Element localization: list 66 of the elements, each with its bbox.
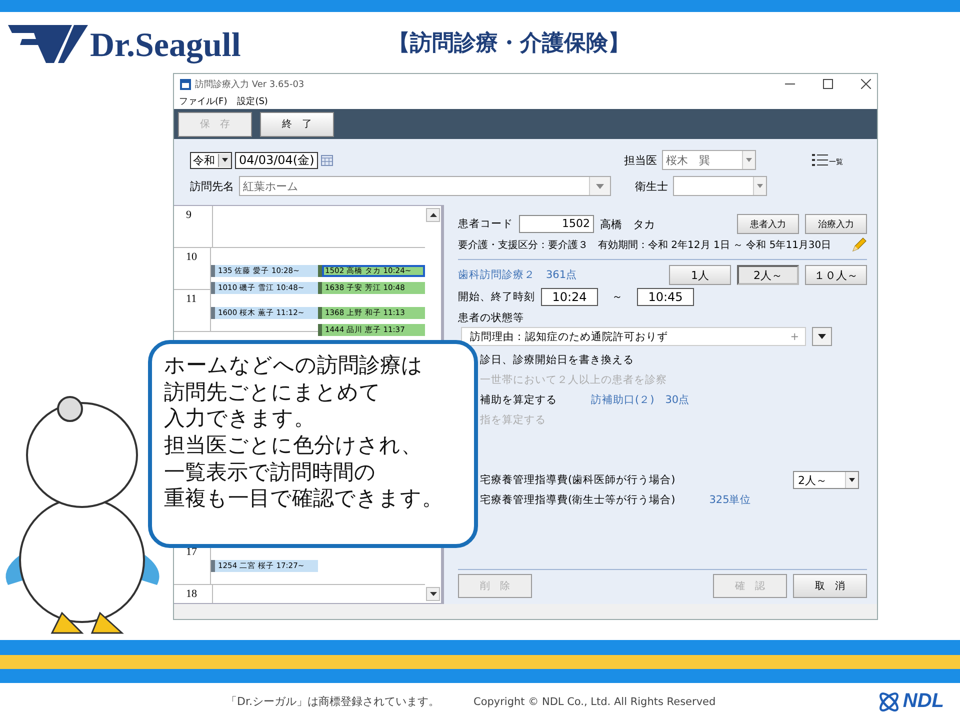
patient-state-field[interactable]: 訪問理由：認知症のため通院許可おりず + xyxy=(461,327,806,346)
dropdown-arrow-icon xyxy=(757,184,763,188)
patient-code-label: 患者コード xyxy=(458,217,513,231)
dropdown-arrow-icon xyxy=(818,334,826,339)
time-label: 開始、終了時刻 xyxy=(458,290,535,304)
calendar-icon[interactable] xyxy=(321,154,334,166)
patient-code-field[interactable]: 1502 xyxy=(519,215,594,233)
era-select[interactable]: 令和 xyxy=(190,152,232,168)
fee-note: 325単位 xyxy=(709,493,752,507)
up-arrow-icon xyxy=(430,213,436,217)
people-button[interactable]: 2人～ xyxy=(737,265,799,285)
menu-item[interactable]: ファイル(F) xyxy=(179,95,228,108)
end-time-field[interactable]: 10:45 xyxy=(637,288,694,306)
callout-line: 訪問先ごとにまとめて xyxy=(164,378,381,406)
copyright-text: Copyright © NDL Co., Ltd. All Rights Reserved xyxy=(473,696,716,708)
doctor-select[interactable]: 桜木 巽 xyxy=(662,150,756,170)
dropdown-arrow-icon xyxy=(746,158,752,162)
option-text: 宅療養管理指導費(歯科医師が行う場合) xyxy=(480,473,676,487)
people-button[interactable]: 1人 xyxy=(669,265,731,285)
brand-name: NDL xyxy=(902,690,944,713)
action-button[interactable]: 取 消 xyxy=(793,574,867,598)
option-text: 指を算定する xyxy=(480,413,546,427)
visit-fee-text: 歯科訪問診療２ 361点 xyxy=(458,268,578,282)
window-title: 訪問診療入力 Ver 3.65-03 xyxy=(195,78,304,90)
atom-logo-icon xyxy=(876,690,901,712)
toolbar-button[interactable]: 終 了 xyxy=(260,112,334,136)
pencil-icon[interactable] xyxy=(851,237,867,253)
option-text: 宅療養管理指導費(衛生士等が行う場合) xyxy=(480,493,676,507)
dropdown-arrow-icon xyxy=(222,158,228,162)
date-field[interactable]: 04/03/04(金) xyxy=(235,152,318,168)
count-select[interactable]: 2人～ xyxy=(793,471,859,489)
dropdown-arrow-icon xyxy=(596,184,604,188)
patient-name: 高橋 タカ xyxy=(600,216,655,232)
dropdown-button[interactable] xyxy=(812,327,832,346)
range-separator: ～ xyxy=(612,290,623,304)
callout-line: 入力できます。 xyxy=(164,405,315,432)
trademark-note: 「Dr.シーガル」は商標登録されています。 xyxy=(226,694,440,709)
doctor-label: 担当医 xyxy=(624,152,657,168)
dropdown-arrow-icon xyxy=(849,478,855,482)
app-icon xyxy=(180,78,191,90)
close-icon[interactable] xyxy=(861,79,871,89)
option-text: 補助を算定する xyxy=(480,393,557,407)
scroll-up-button[interactable] xyxy=(426,208,440,222)
option-text: 診日、診療開始日を書き換える xyxy=(480,353,634,367)
hour-label: 9 xyxy=(174,206,213,247)
people-button[interactable]: １０人～ xyxy=(805,265,867,285)
start-time-field[interactable]: 10:24 xyxy=(541,288,598,306)
patient-state-label: 患者の状態等 xyxy=(458,310,524,324)
menu-item[interactable]: 設定(S) xyxy=(237,95,268,108)
callout-line: 重複も一目で確認できます。 xyxy=(164,485,443,512)
care-level-text: 要介護・支援区分：要介護３ 有効期間：令和 2年12月 1日 ～ 令和 5年11月30日 xyxy=(458,238,832,252)
place-select[interactable]: 紅葉ホーム xyxy=(239,176,611,196)
option-text: 一世帯において２人以上の患者を診察 xyxy=(480,373,667,387)
fee-note: 訪補助口(２) 30点 xyxy=(591,393,690,407)
slide-title: 【訪問診療・介護保険】 xyxy=(388,30,630,58)
input-button[interactable]: 治療入力 xyxy=(805,214,867,234)
callout-line: 一覧表示で訪問時間の xyxy=(164,458,376,486)
logo-text: Dr.Seagull xyxy=(90,26,241,64)
scroll-down-button[interactable] xyxy=(426,587,440,601)
maximize-icon[interactable] xyxy=(823,79,833,89)
callout-line: 担当医ごとに色分けされ、 xyxy=(164,432,422,459)
input-button[interactable]: 患者入力 xyxy=(737,214,799,234)
callout-line: ホームなどへの訪問診療は xyxy=(164,352,423,379)
place-label: 訪問先名 xyxy=(190,178,234,194)
hygienist-label: 衛生士 xyxy=(635,178,668,194)
down-arrow-icon xyxy=(430,592,436,596)
